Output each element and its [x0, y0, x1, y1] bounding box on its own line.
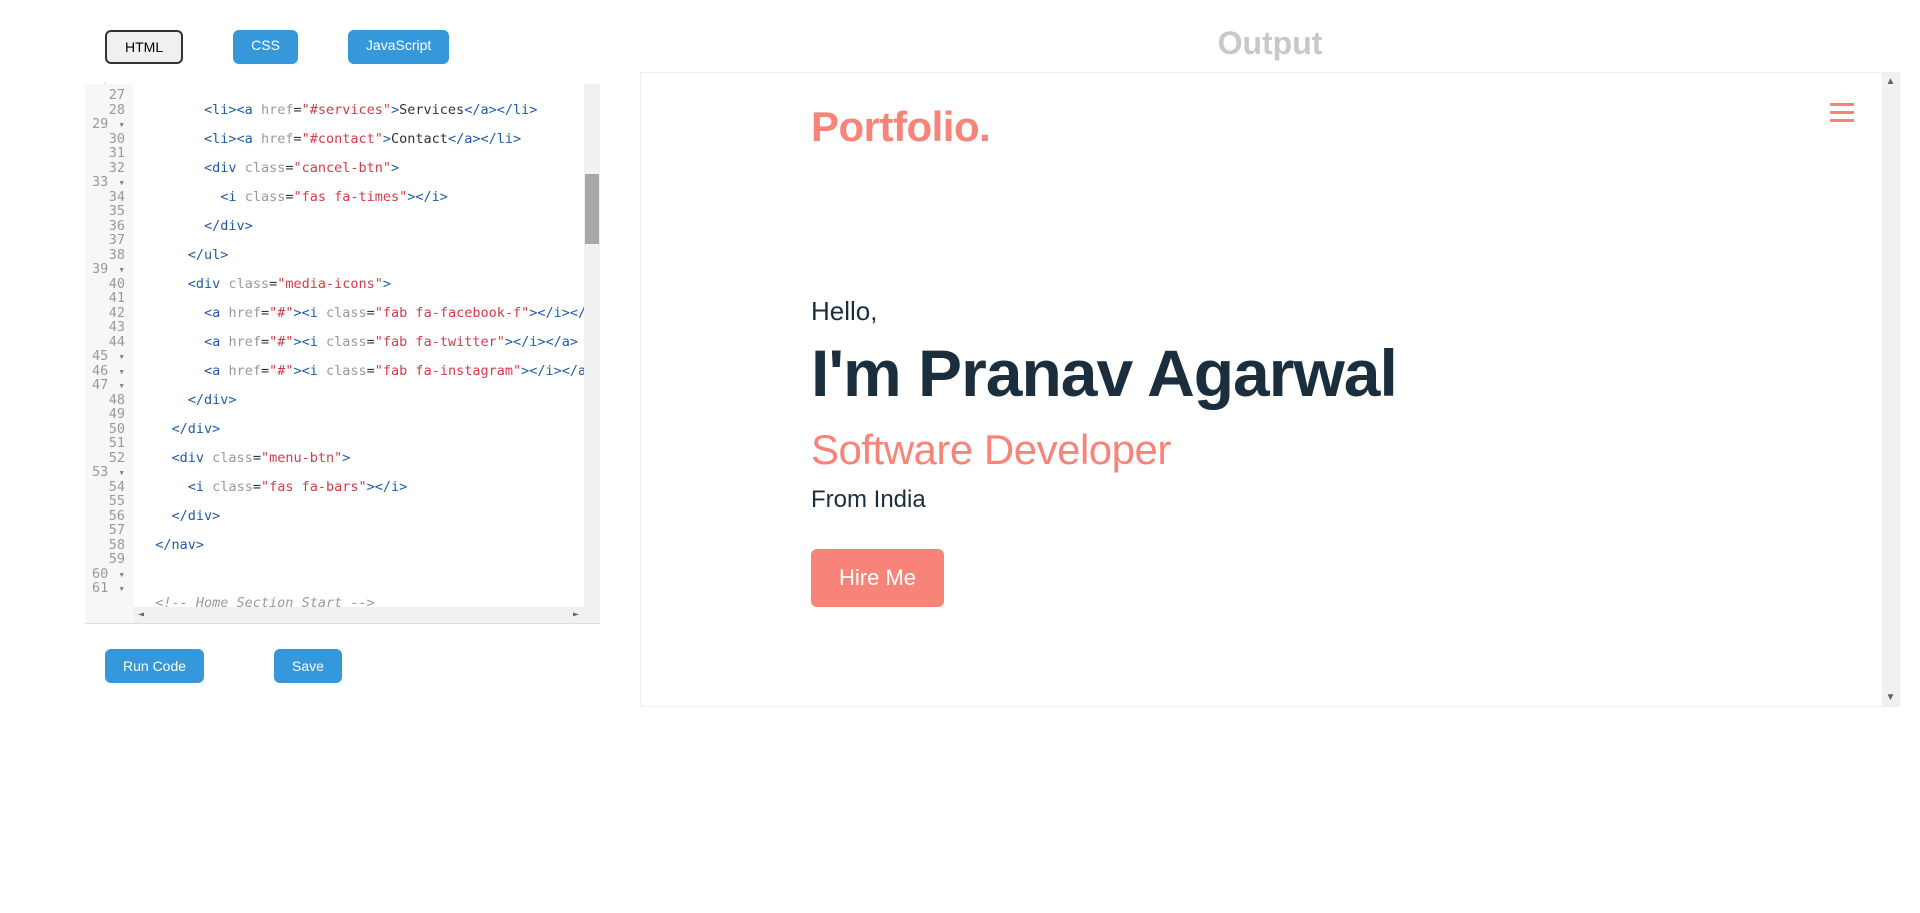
hamburger-menu-icon[interactable] [1830, 103, 1854, 122]
hero-role: Software Developer [811, 426, 1729, 474]
editor-vertical-scrollbar[interactable] [584, 84, 600, 623]
scroll-up-arrow[interactable]: ▲ [1882, 73, 1899, 90]
scroll-left-arrow[interactable]: ◄ [133, 607, 149, 623]
output-vertical-scrollbar[interactable]: ▲ ▼ [1882, 73, 1899, 706]
scroll-right-arrow[interactable]: ► [568, 607, 584, 623]
output-label: Output [640, 25, 1900, 62]
output-preview: Portfolio. Hello, I'm Pranav Agarwal Sof… [640, 72, 1900, 707]
save-button[interactable]: Save [274, 649, 342, 683]
hero-name: I'm Pranav Agarwal [811, 335, 1729, 411]
editor-horizontal-scrollbar[interactable]: ◄ ► [133, 607, 584, 623]
hire-me-button[interactable]: Hire Me [811, 549, 944, 607]
scrollbar-thumb[interactable] [585, 174, 599, 244]
portfolio-logo: Portfolio. [811, 103, 1729, 151]
editor-gutter: 272829 ▾30313233 ▾343536373839 ▾40414243… [85, 84, 133, 623]
code-editor[interactable]: 272829 ▾30313233 ▾343536373839 ▾40414243… [85, 84, 600, 624]
hero-location: From India [811, 486, 1729, 514]
tab-html[interactable]: HTML [105, 30, 183, 64]
tab-css[interactable]: CSS [233, 30, 298, 64]
hero-greeting: Hello, [811, 296, 1729, 327]
editor-tabs: HTML CSS JavaScript [85, 30, 600, 64]
action-buttons: Run Code Save [85, 649, 600, 683]
code-content[interactable]: <li><a href="#services">Services</a></li… [133, 84, 600, 623]
run-code-button[interactable]: Run Code [105, 649, 204, 683]
tab-javascript[interactable]: JavaScript [348, 30, 449, 64]
scroll-down-arrow[interactable]: ▼ [1882, 689, 1899, 706]
